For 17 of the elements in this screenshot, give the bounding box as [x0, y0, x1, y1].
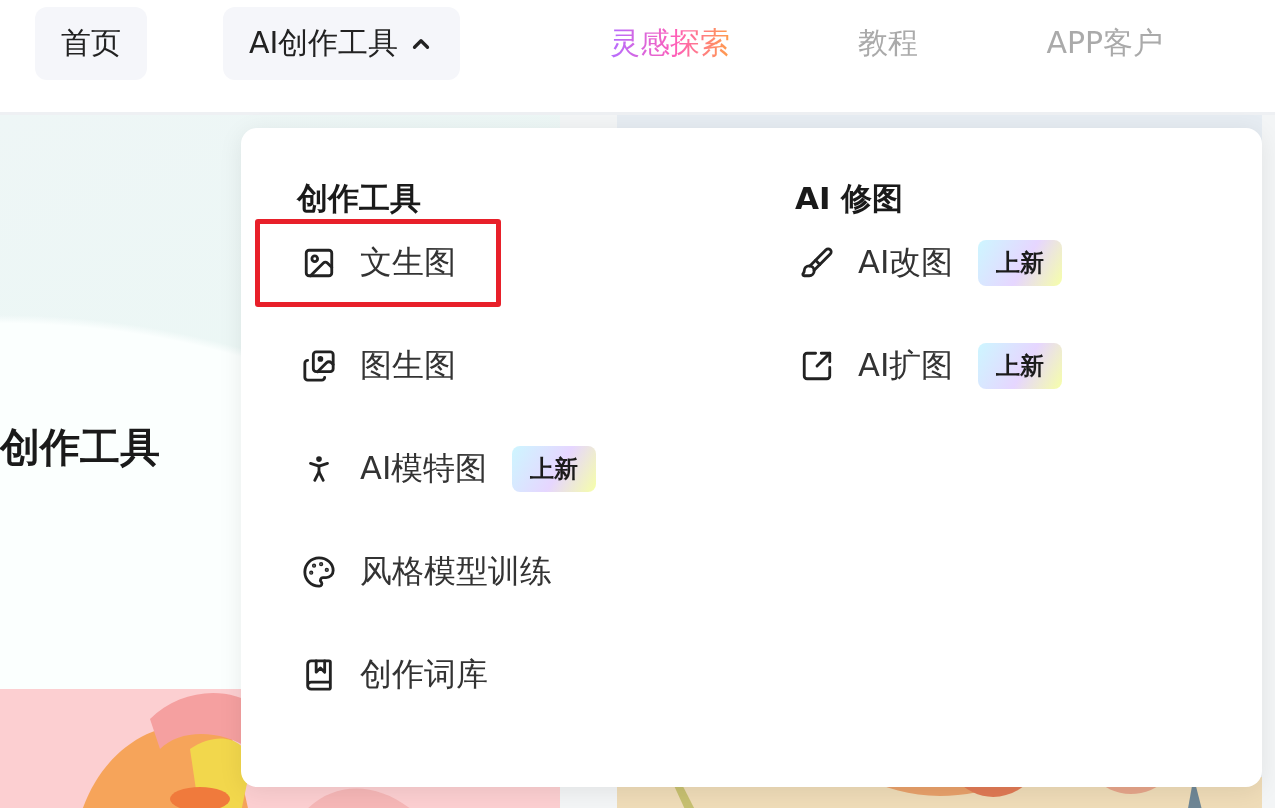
menu-item[interactable]: 创作词库 [255, 630, 493, 719]
menu-item[interactable]: 图生图 [255, 321, 461, 410]
menu-item[interactable]: 风格模型训练 [255, 527, 557, 616]
nav-link[interactable]: AI创作工具 [223, 7, 461, 80]
brush-icon [800, 245, 834, 280]
menu-item[interactable]: AI改图 [753, 218, 959, 307]
new-badge: 上新 [978, 239, 1063, 286]
menu-item[interactable]: 文生图 [255, 218, 501, 307]
section-heading: AI 修图 [795, 179, 905, 218]
menu-item[interactable]: AI模特图 [255, 424, 493, 513]
palette-icon [302, 554, 336, 589]
section-heading: 创作工具 [297, 179, 422, 218]
images-icon [302, 348, 336, 383]
new-badge: 上新 [512, 445, 597, 492]
new-badge: 上新 [978, 342, 1063, 389]
menu-item[interactable]: AI扩图 [753, 321, 959, 410]
nav-link[interactable]: 首页 [35, 7, 147, 80]
